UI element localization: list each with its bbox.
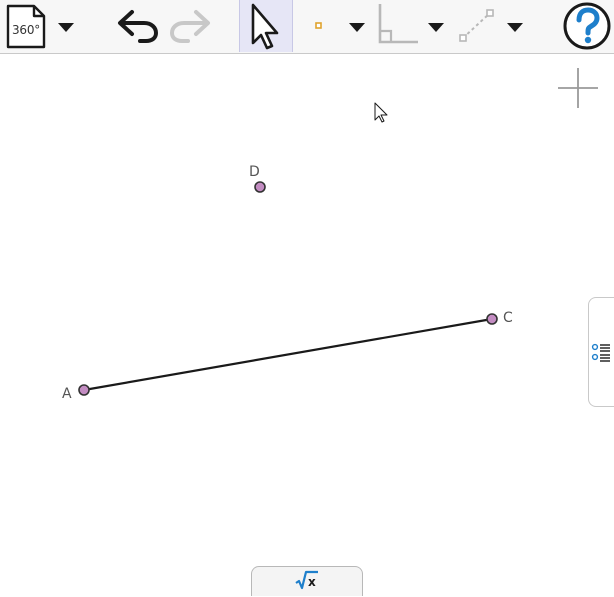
point-label-c: C	[503, 310, 513, 326]
point-a[interactable]	[78, 384, 90, 396]
graphics-svg	[78, 68, 598, 396]
algebra-list-icon	[591, 343, 610, 362]
redo-button[interactable]	[164, 0, 214, 52]
crosshair-icon	[558, 68, 598, 108]
line-tool-caret[interactable]	[503, 0, 527, 52]
dashed-line-icon	[459, 9, 494, 42]
segment-ac[interactable]	[83, 317, 493, 392]
angle-tool-button[interactable]	[374, 0, 422, 52]
angle-icon	[378, 4, 418, 44]
undo-icon	[118, 10, 159, 43]
view-menu-caret[interactable]	[54, 0, 78, 52]
square-root-x-icon: x	[295, 570, 318, 590]
point-label-d: D	[249, 164, 260, 180]
point-c[interactable]	[486, 313, 498, 325]
point-tool-caret[interactable]	[345, 0, 369, 52]
point-tool-button[interactable]	[296, 0, 342, 52]
redo-icon	[169, 10, 210, 43]
graphics-canvas[interactable]	[0, 54, 614, 592]
point-label-a: A	[62, 386, 72, 402]
chevron-down-icon	[428, 23, 444, 32]
move-tool-button[interactable]	[239, 0, 293, 52]
toolbar: 360°	[0, 0, 614, 54]
mouse-pointer-icon	[374, 102, 388, 123]
angle-tool-caret[interactable]	[424, 0, 448, 52]
svg-text:x: x	[308, 575, 316, 589]
chevron-down-icon	[507, 23, 523, 32]
line-tool-button[interactable]	[454, 0, 500, 52]
view-menu-label: 360°	[12, 23, 41, 37]
algebra-panel-toggle[interactable]	[588, 297, 614, 407]
chevron-down-icon	[58, 23, 74, 32]
help-button[interactable]	[560, 0, 614, 52]
view-menu-button[interactable]: 360°	[0, 0, 52, 52]
cursor-arrow-icon	[251, 3, 279, 50]
point-icon	[315, 22, 322, 29]
undo-button[interactable]	[112, 0, 162, 52]
point-d[interactable]	[254, 181, 266, 193]
help-icon	[563, 2, 611, 50]
chevron-down-icon	[349, 23, 365, 32]
